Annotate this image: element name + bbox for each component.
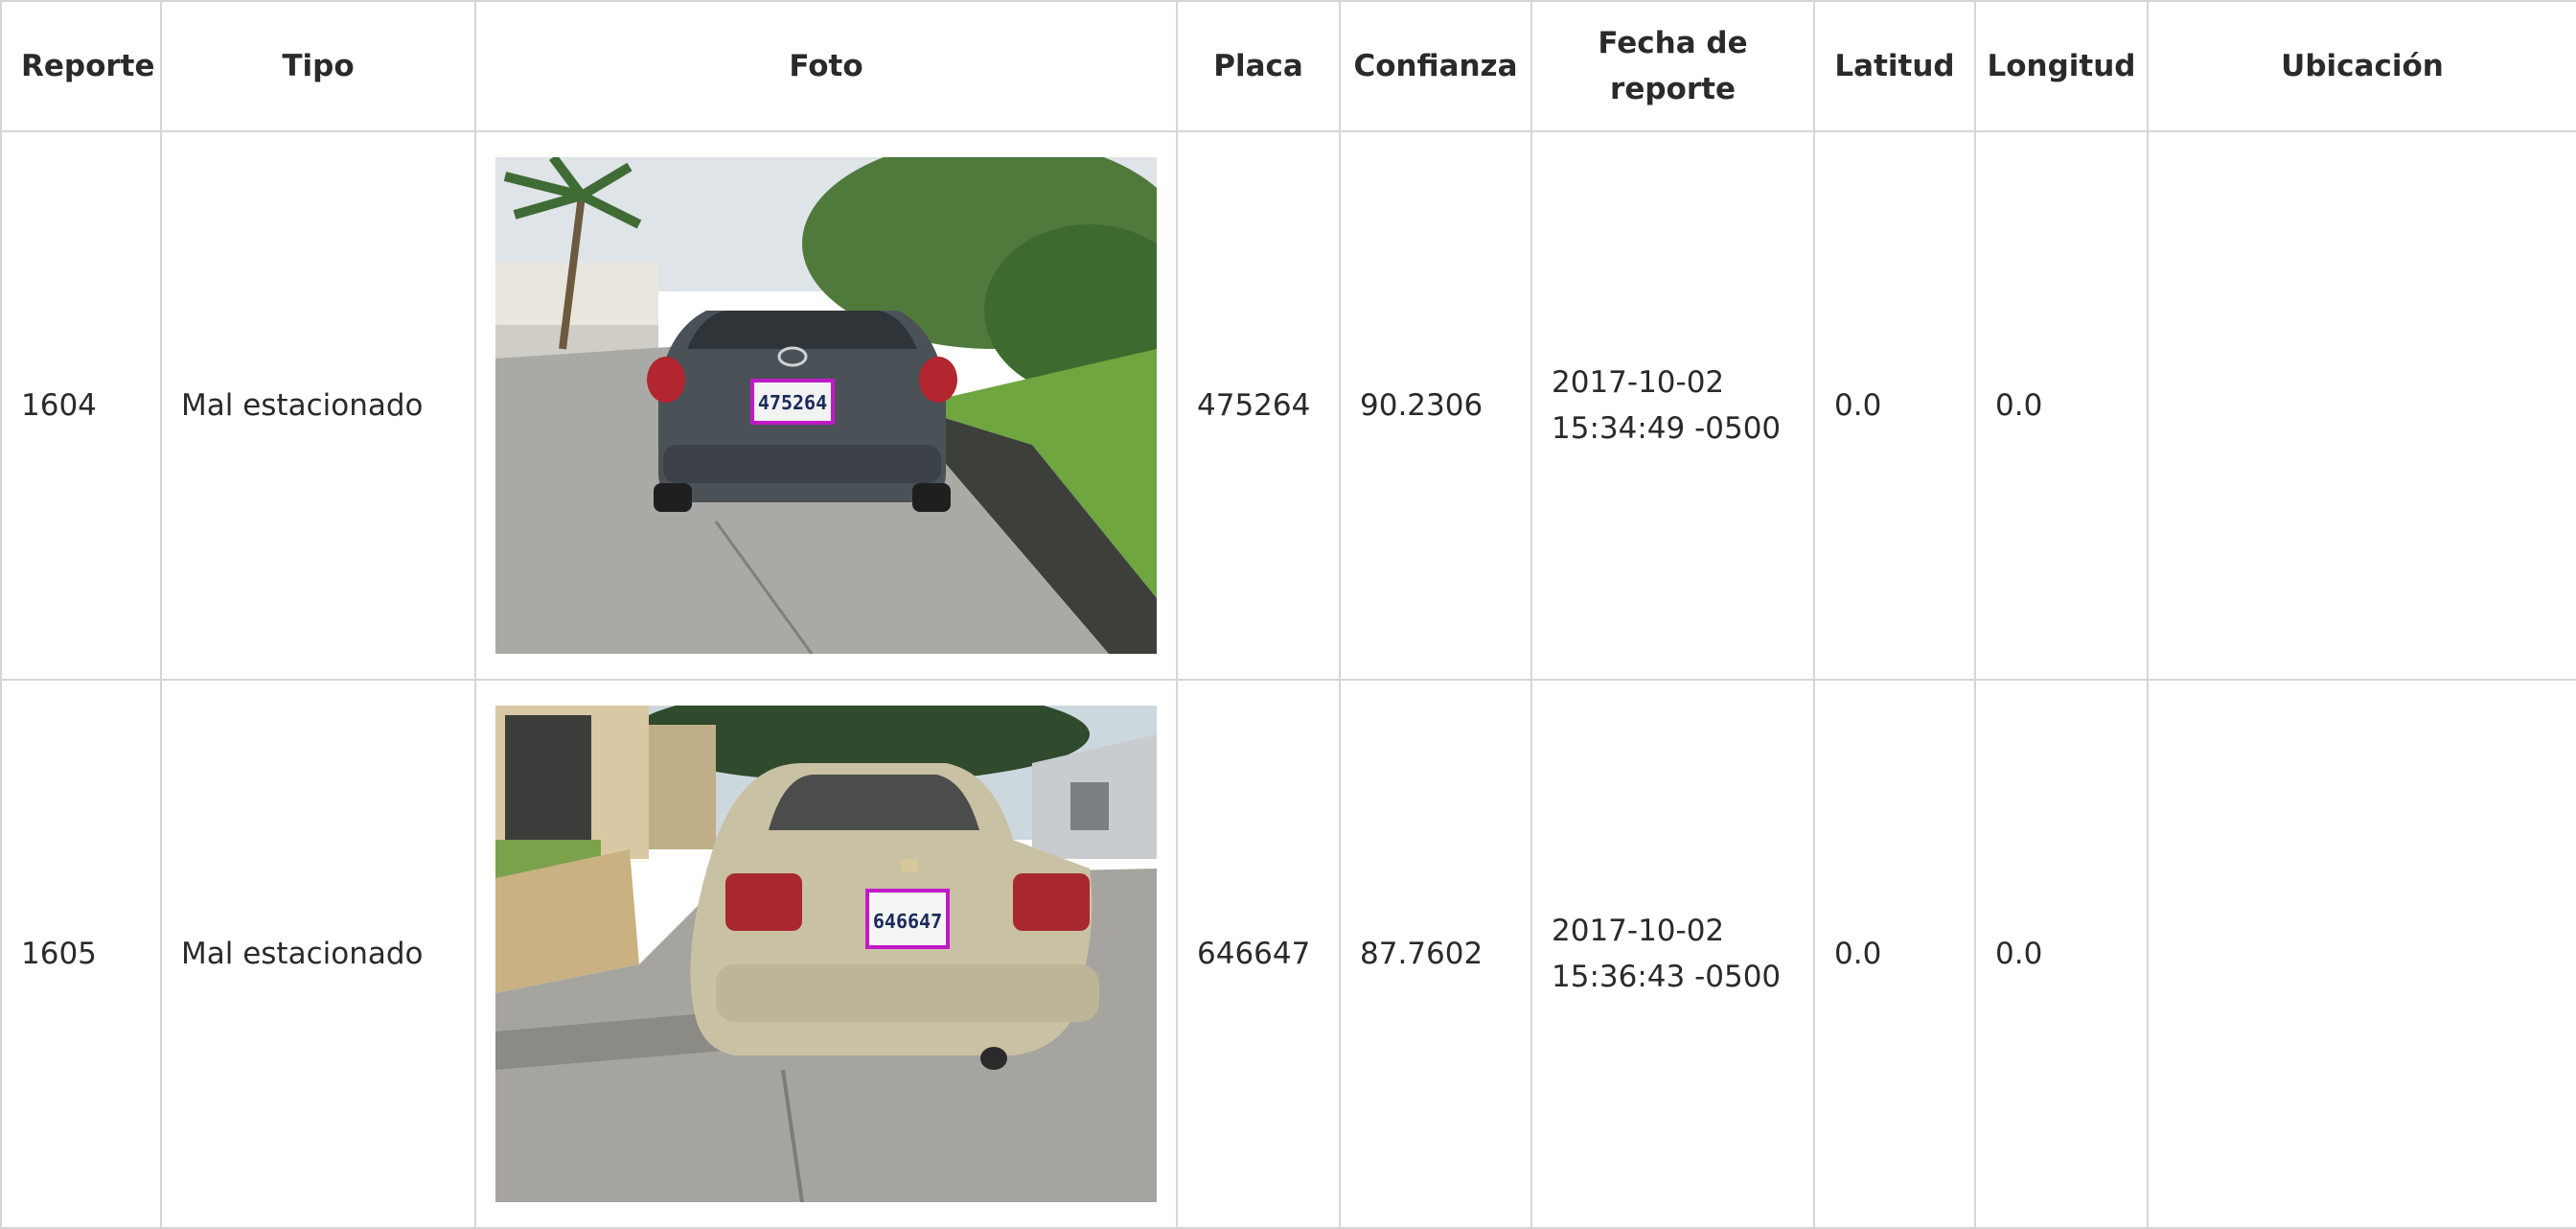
cell-placa: 646647 xyxy=(1176,679,1341,1229)
cell-longitud: 0.0 xyxy=(1974,130,2149,681)
cell-latitud: 0.0 xyxy=(1813,130,1976,681)
header-fecha-line2: reporte xyxy=(1610,72,1736,106)
reports-table: Reporte Tipo Foto Placa Confianza Fecha … xyxy=(0,0,2576,1229)
photo-plate-text: 475264 xyxy=(758,391,827,414)
fecha-time: 15:34:49 -0500 xyxy=(1552,411,1782,446)
cell-longitud: 0.0 xyxy=(1974,679,2149,1229)
vehicle-photo: 646647 xyxy=(495,706,1157,1202)
fecha-time: 15:36:43 -0500 xyxy=(1552,960,1782,994)
vehicle-photo: 475264 xyxy=(495,157,1157,654)
photo-plate-text: 646647 xyxy=(873,910,942,933)
cell-fecha: 2017-10-02 15:36:43 -0500 xyxy=(1530,679,1815,1229)
cell-foto: 475264 xyxy=(474,130,1178,681)
cell-confianza: 90.2306 xyxy=(1339,130,1532,681)
header-tipo: Tipo xyxy=(160,0,476,132)
cell-reporte: 1605 xyxy=(0,679,162,1229)
header-placa: Placa xyxy=(1176,0,1341,132)
cell-tipo: Mal estacionado xyxy=(160,679,476,1229)
table-row: 1604 Mal estacionado 475264 475264 90.23… xyxy=(0,130,2576,681)
header-confianza: Confianza xyxy=(1339,0,1532,132)
fecha-date: 2017-10-02 xyxy=(1552,914,1725,948)
header-row: Reporte Tipo Foto Placa Confianza Fecha … xyxy=(0,0,2576,132)
cell-tipo: Mal estacionado xyxy=(160,130,476,681)
cell-placa: 475264 xyxy=(1176,130,1341,681)
header-fecha-line1: Fecha de xyxy=(1598,26,1748,60)
cell-reporte: 1604 xyxy=(0,130,162,681)
cell-fecha: 2017-10-02 15:34:49 -0500 xyxy=(1530,130,1815,681)
table-row: 1605 Mal estacionado 646647 646647 87.76… xyxy=(0,679,2576,1229)
cell-confianza: 87.7602 xyxy=(1339,679,1532,1229)
header-fecha: Fecha de reporte xyxy=(1530,0,1815,132)
fecha-date: 2017-10-02 xyxy=(1552,365,1725,400)
header-latitud: Latitud xyxy=(1813,0,1976,132)
cell-ubicacion xyxy=(2147,679,2576,1229)
header-longitud: Longitud xyxy=(1974,0,2149,132)
header-reporte: Reporte xyxy=(0,0,162,132)
cell-latitud: 0.0 xyxy=(1813,679,1976,1229)
header-ubicacion: Ubicación xyxy=(2147,0,2576,132)
header-foto: Foto xyxy=(474,0,1178,132)
cell-ubicacion xyxy=(2147,130,2576,681)
cell-foto: 646647 xyxy=(474,679,1178,1229)
